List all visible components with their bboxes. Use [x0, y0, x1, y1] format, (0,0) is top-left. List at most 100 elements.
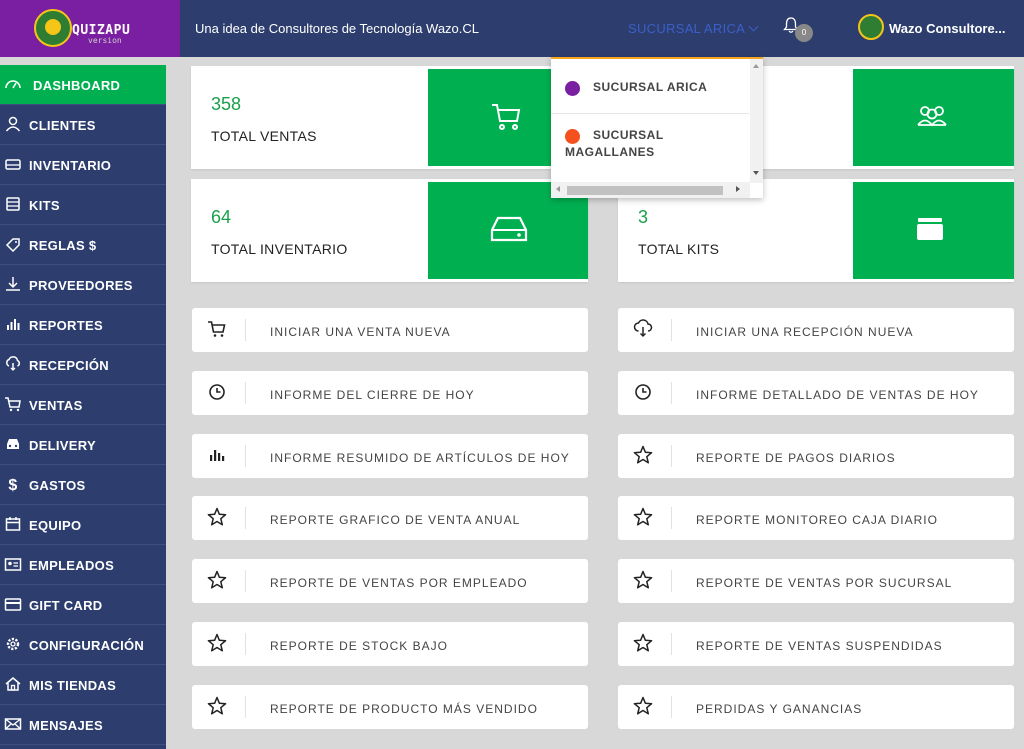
sidebar-item-label: CONFIGURACIÓN: [29, 638, 145, 653]
stat-label: TOTAL INVENTARIO: [211, 241, 348, 257]
star-icon: [633, 696, 653, 715]
sidebar-item-gastos[interactable]: $ GASTOS: [0, 465, 166, 505]
stat-icon-box: [853, 69, 1014, 166]
action-label: INICIAR UNA RECEPCIÓN NUEVA: [696, 325, 914, 339]
divider: [245, 570, 246, 592]
sidebar-item-proveedores[interactable]: PROVEEDORES: [0, 265, 166, 305]
branch-option-magallanes[interactable]: SUCURSAL MAGALLANES: [551, 115, 749, 181]
star-icon: [633, 570, 653, 589]
bar-chart-icon: [210, 450, 225, 461]
stat-card-ventas[interactable]: 358 TOTAL VENTAS: [191, 66, 588, 169]
scroll-up-icon[interactable]: [753, 64, 759, 68]
scroll-down-icon[interactable]: [753, 171, 759, 175]
cloud-download-icon: [633, 319, 653, 337]
divider: [245, 507, 246, 529]
action-button[interactable]: REPORTE DE PAGOS DIARIOS: [618, 434, 1014, 478]
cart-icon: [208, 321, 226, 337]
sidebar-item-gift-card[interactable]: GIFT CARD: [0, 585, 166, 625]
star-icon: [633, 507, 653, 526]
sidebar-item-clientes[interactable]: CLIENTES: [0, 105, 166, 145]
stat-value: 64: [211, 207, 232, 227]
stat-label: TOTAL KITS: [638, 241, 720, 257]
branch-option-arica[interactable]: SUCURSAL ARICA: [551, 59, 749, 114]
folder-icon: [917, 218, 943, 240]
branch-selector[interactable]: SUCURSAL ARICA: [628, 21, 759, 36]
sidebar-item-label: INVENTARIO: [29, 158, 112, 173]
sidebar-item-dashboard[interactable]: DASHBOARD: [0, 65, 166, 105]
sidebar-item-mis-tiendas[interactable]: MIS TIENDAS: [0, 665, 166, 705]
credit-card-icon: [4, 598, 22, 611]
action-button[interactable]: PERDIDAS Y GANANCIAS: [618, 685, 1014, 729]
divider: [671, 382, 672, 404]
sidebar-item-label: REPORTES: [29, 318, 103, 333]
sidebar-item-label: GIFT CARD: [29, 598, 103, 613]
dropdown-vertical-scrollbar[interactable]: [750, 59, 763, 183]
divider: [245, 445, 246, 467]
action-label: REPORTE DE PRODUCTO MÁS VENDIDO: [270, 702, 538, 716]
dropdown-horizontal-scrollbar[interactable]: [551, 182, 750, 198]
action-label: REPORTE DE VENTAS SUSPENDIDAS: [696, 639, 943, 653]
action-label: INFORME DEL CIERRE DE HOY: [270, 388, 475, 402]
divider: [245, 382, 246, 404]
sidebar-item-delivery[interactable]: DELIVERY: [0, 425, 166, 465]
scroll-left-icon[interactable]: [556, 186, 560, 192]
sidebar-item-empleados[interactable]: EMPLEADOS: [0, 545, 166, 585]
sidebar-item-label: VENTAS: [29, 398, 83, 413]
action-button[interactable]: REPORTE DE VENTAS POR SUCURSAL: [618, 559, 1014, 603]
cloud-download-icon: [6, 356, 20, 371]
star-icon: [633, 445, 653, 464]
user-name[interactable]: Wazo Consultore...: [889, 21, 1006, 36]
action-label: REPORTE MONITOREO CAJA DIARIO: [696, 513, 938, 527]
chevron-down-icon: [748, 21, 759, 32]
action-button[interactable]: REPORTE DE VENTAS SUSPENDIDAS: [618, 622, 1014, 666]
sidebar: DASHBOARD CLIENTES INVENTARIO KITS REGLA…: [0, 57, 180, 749]
sidebar-item-label: REGLAS $: [29, 238, 97, 253]
calendar-icon: [5, 517, 21, 531]
action-button[interactable]: REPORTE DE STOCK BAJO: [192, 622, 588, 666]
scroll-right-icon[interactable]: [736, 186, 740, 192]
sidebar-item-reportes[interactable]: REPORTES: [0, 305, 166, 345]
svg-text:$: $: [8, 477, 17, 492]
branch-selector-label: SUCURSAL ARICA: [628, 21, 746, 36]
stat-value: 358: [211, 94, 242, 114]
sidebar-item-label: EQUIPO: [29, 518, 82, 533]
sidebar-item-recepcion[interactable]: RECEPCIÓN: [0, 345, 166, 385]
sidebar-item-label: MENSAJES: [29, 718, 103, 733]
sidebar-item-equipo[interactable]: EQUIPO: [0, 505, 166, 545]
logo-emblem-icon: [34, 9, 72, 47]
clock-icon: [209, 384, 225, 400]
action-button[interactable]: INFORME DETALLADO DE VENTAS DE HOY: [618, 371, 1014, 415]
action-button[interactable]: REPORTE GRAFICO DE VENTA ANUAL: [192, 496, 588, 540]
avatar[interactable]: [858, 14, 884, 40]
logo[interactable]: QUIZAPU version: [0, 0, 180, 57]
divider: [671, 507, 672, 529]
action-label: INFORME DETALLADO DE VENTAS DE HOY: [696, 388, 979, 402]
action-button[interactable]: REPORTE DE PRODUCTO MÁS VENDIDO: [192, 685, 588, 729]
stat-label: TOTAL VENTAS: [211, 128, 317, 144]
action-button[interactable]: INICIAR UNA VENTA NUEVA: [192, 308, 588, 352]
sidebar-item-kits[interactable]: KITS: [0, 185, 166, 225]
stat-icon-box: [853, 182, 1014, 279]
sidebar-item-inventario[interactable]: INVENTARIO: [0, 145, 166, 185]
divider: [245, 696, 246, 718]
bar-chart-icon: [7, 319, 20, 330]
id-card-icon: [4, 558, 22, 571]
action-button[interactable]: INFORME DEL CIERRE DE HOY: [192, 371, 588, 415]
sidebar-item-label: MIS TIENDAS: [29, 678, 117, 693]
sidebar-item-configuracion[interactable]: CONFIGURACIÓN: [0, 625, 166, 665]
users-icon: [917, 106, 947, 127]
sidebar-item-mensajes[interactable]: MENSAJES: [0, 705, 166, 745]
action-button[interactable]: INICIAR UNA RECEPCIÓN NUEVA: [618, 308, 1014, 352]
tag-icon: [5, 238, 20, 252]
sidebar-item-reglas[interactable]: REGLAS $: [0, 225, 166, 265]
sidebar-item-ventas[interactable]: VENTAS: [0, 385, 166, 425]
stat-card-inventario[interactable]: 64 TOTAL INVENTARIO: [191, 179, 588, 282]
action-label: REPORTE DE VENTAS POR SUCURSAL: [696, 576, 953, 590]
star-icon: [207, 570, 227, 589]
action-button[interactable]: INFORME RESUMIDO DE ARTÍCULOS DE HOY: [192, 434, 588, 478]
action-button[interactable]: REPORTE DE VENTAS POR EMPLEADO: [192, 559, 588, 603]
dollar-icon: $: [8, 477, 17, 492]
scrollbar-thumb[interactable]: [567, 186, 723, 195]
action-label: REPORTE DE VENTAS POR EMPLEADO: [270, 576, 528, 590]
action-button[interactable]: REPORTE MONITOREO CAJA DIARIO: [618, 496, 1014, 540]
